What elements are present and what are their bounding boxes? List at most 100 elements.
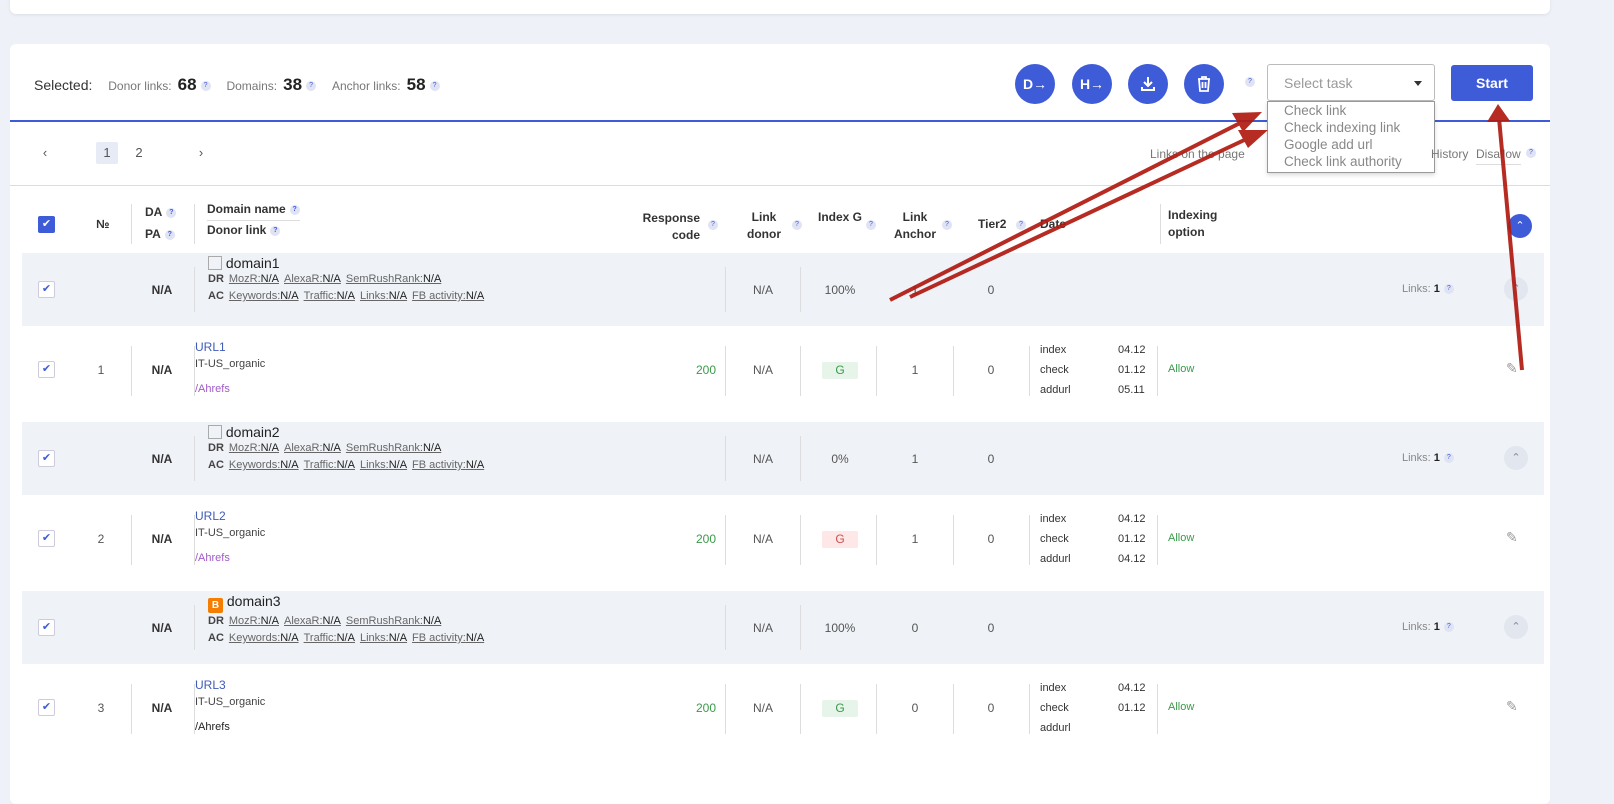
- header-index-g[interactable]: Index G: [818, 209, 862, 226]
- header-response-code[interactable]: Response code: [630, 210, 700, 244]
- header-tier2[interactable]: Tier2: [978, 216, 1006, 233]
- page-2-button[interactable]: 2: [128, 142, 150, 164]
- domain-name-text[interactable]: domain3: [227, 593, 281, 609]
- help-icon[interactable]: ?: [866, 220, 876, 230]
- metric-name: FB activity:: [412, 632, 466, 644]
- next-page-button[interactable]: ›: [190, 142, 212, 164]
- header-link-anchor[interactable]: Link Anchor: [890, 209, 940, 243]
- help-icon[interactable]: ?: [942, 220, 952, 230]
- domain-cell: domain2 DR MozR:N/A AlexaR:N/A SemRushRank:N…: [208, 424, 484, 474]
- help-icon[interactable]: ?: [1526, 148, 1536, 158]
- metric-link[interactable]: MozR:N/A: [229, 273, 279, 285]
- donor-url-link[interactable]: URL3: [195, 678, 226, 692]
- select-all-checkbox[interactable]: ✔: [38, 216, 55, 233]
- help-icon[interactable]: ?: [1016, 220, 1026, 230]
- help-icon[interactable]: ?: [164, 229, 175, 240]
- export-domains-button[interactable]: D→: [1015, 64, 1055, 104]
- row-checkbox[interactable]: ✔: [38, 619, 55, 636]
- metric-link[interactable]: FB activity:N/A: [412, 290, 484, 302]
- date-value: 04.12: [1118, 682, 1146, 694]
- help-icon[interactable]: ?: [306, 81, 317, 92]
- metric-link[interactable]: SemRushRank:N/A: [346, 615, 441, 627]
- prev-page-button[interactable]: ‹: [34, 142, 56, 164]
- metric-link[interactable]: Keywords:N/A: [229, 459, 299, 471]
- history-filter[interactable]: History: [1431, 147, 1468, 161]
- expand-group-button[interactable]: ⌃: [1504, 615, 1528, 639]
- help-icon[interactable]: ?: [1443, 622, 1454, 633]
- metric-name: MozR:: [228, 615, 261, 627]
- start-button[interactable]: Start: [1451, 65, 1533, 101]
- metric-link[interactable]: Traffic:N/A: [304, 632, 355, 644]
- edit-row-button[interactable]: ✎: [1506, 360, 1518, 377]
- domain-name-text[interactable]: domain2: [226, 424, 280, 440]
- metric-link[interactable]: MozR:N/A: [229, 442, 279, 454]
- expand-group-button[interactable]: ⌃: [1504, 446, 1528, 470]
- help-icon[interactable]: ?: [792, 220, 802, 230]
- metric-link[interactable]: FB activity:N/A: [412, 632, 484, 644]
- export-hosts-button[interactable]: H→: [1072, 64, 1112, 104]
- domain-name[interactable]: domain1: [208, 255, 484, 271]
- expand-group-button[interactable]: ⌃: [1504, 277, 1528, 301]
- metric-link[interactable]: SemRushRank:N/A: [346, 442, 441, 454]
- help-icon[interactable]: ?: [270, 225, 281, 236]
- header-date[interactable]: Date: [1040, 216, 1066, 233]
- row-checkbox[interactable]: ✔: [38, 281, 55, 298]
- row-source[interactable]: /Ahrefs: [195, 721, 230, 733]
- help-icon[interactable]: ?: [1443, 284, 1454, 295]
- page-1-button[interactable]: 1: [96, 142, 118, 164]
- header-link-donor[interactable]: Link donor: [740, 209, 788, 243]
- row-source[interactable]: /Ahrefs: [195, 383, 230, 395]
- task-option-check-link[interactable]: Check link: [1284, 102, 1418, 119]
- metric-link[interactable]: Links:N/A: [360, 459, 407, 471]
- help-icon[interactable]: ?: [429, 81, 440, 92]
- task-select[interactable]: Select task: [1267, 64, 1435, 101]
- donor-url-link[interactable]: URL1: [195, 340, 226, 354]
- metric-link[interactable]: Keywords:N/A: [229, 632, 299, 644]
- task-option-google-add-url[interactable]: Google add url: [1284, 136, 1418, 153]
- row-checkbox[interactable]: ✔: [38, 530, 55, 547]
- metric-link[interactable]: Traffic:N/A: [304, 459, 355, 471]
- header-domain-name[interactable]: Domain name?: [207, 201, 300, 221]
- help-icon[interactable]: ?: [289, 204, 300, 215]
- links-on-page-filter[interactable]: Links on the page: [1150, 147, 1245, 161]
- task-option-check-indexing[interactable]: Check indexing link: [1284, 119, 1418, 136]
- metric-link[interactable]: Keywords:N/A: [229, 290, 299, 302]
- metric-link[interactable]: FB activity:N/A: [412, 459, 484, 471]
- help-icon[interactable]: ?: [1443, 453, 1454, 464]
- domain-name[interactable]: domain2: [208, 424, 484, 440]
- metric-link[interactable]: Links:N/A: [360, 632, 407, 644]
- header-donor-link[interactable]: Donor link?: [207, 222, 281, 239]
- domain-name[interactable]: B domain3: [208, 593, 484, 613]
- metric-link[interactable]: MozR:N/A: [229, 615, 279, 627]
- domain-name-text[interactable]: domain1: [226, 255, 280, 271]
- disallow-filter[interactable]: Disallow: [1476, 147, 1521, 165]
- row-checkbox[interactable]: ✔: [38, 699, 55, 716]
- row-checkbox[interactable]: ✔: [38, 450, 55, 467]
- links-label: Links:: [1402, 452, 1431, 464]
- metric-link[interactable]: AlexaR:N/A: [284, 273, 341, 285]
- row-link-anchor: 0: [911, 701, 919, 715]
- domain-dr-metrics: DR MozR:N/A AlexaR:N/A SemRushRank:N/A: [208, 613, 484, 630]
- help-icon[interactable]: ?: [166, 207, 177, 218]
- download-button[interactable]: [1128, 64, 1168, 104]
- edit-row-button[interactable]: ✎: [1506, 698, 1518, 715]
- delete-button[interactable]: [1184, 64, 1224, 104]
- row-source[interactable]: /Ahrefs: [195, 552, 230, 564]
- help-icon[interactable]: ?: [1245, 77, 1255, 87]
- response-code: 200: [695, 532, 716, 546]
- metric-link[interactable]: Links:N/A: [360, 290, 407, 302]
- header-pa[interactable]: PA?: [145, 226, 175, 243]
- metric-link[interactable]: Traffic:N/A: [304, 290, 355, 302]
- donor-url-link[interactable]: URL2: [195, 509, 226, 523]
- edit-row-button[interactable]: ✎: [1506, 529, 1518, 546]
- metric-link[interactable]: AlexaR:N/A: [284, 442, 341, 454]
- help-icon[interactable]: ?: [200, 81, 211, 92]
- row-checkbox[interactable]: ✔: [38, 361, 55, 378]
- header-indexing-option[interactable]: Indexing option: [1168, 207, 1228, 241]
- header-da[interactable]: DA?: [145, 204, 177, 221]
- task-option-check-authority[interactable]: Check link authority: [1284, 153, 1418, 170]
- metric-link[interactable]: SemRushRank:N/A: [346, 273, 441, 285]
- help-icon[interactable]: ?: [708, 220, 718, 230]
- collapse-all-button[interactable]: ⌃: [1508, 214, 1532, 238]
- metric-link[interactable]: AlexaR:N/A: [284, 615, 341, 627]
